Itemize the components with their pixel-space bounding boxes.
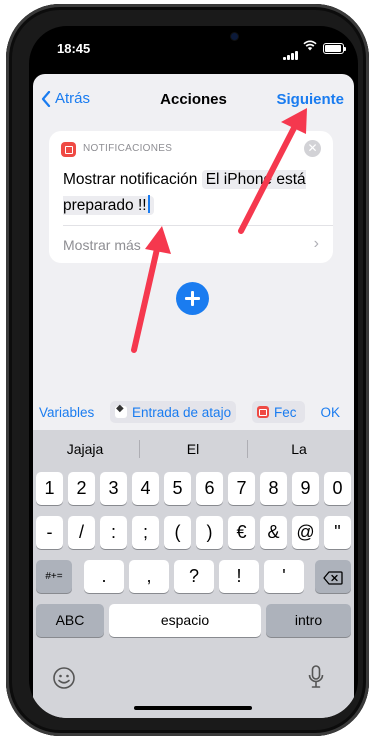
annotation-arrow-next bbox=[238, 123, 298, 234]
phone-frame: 18:45 Atrás Acciones Siguiente NOTIFICAC… bbox=[6, 4, 369, 736]
annotation-arrows bbox=[131, 108, 307, 353]
annotation-arrow-text bbox=[131, 246, 160, 353]
phone-screen: 18:45 Atrás Acciones Siguiente NOTIFICAC… bbox=[29, 26, 358, 718]
annotation-arrowhead-text bbox=[145, 226, 171, 254]
